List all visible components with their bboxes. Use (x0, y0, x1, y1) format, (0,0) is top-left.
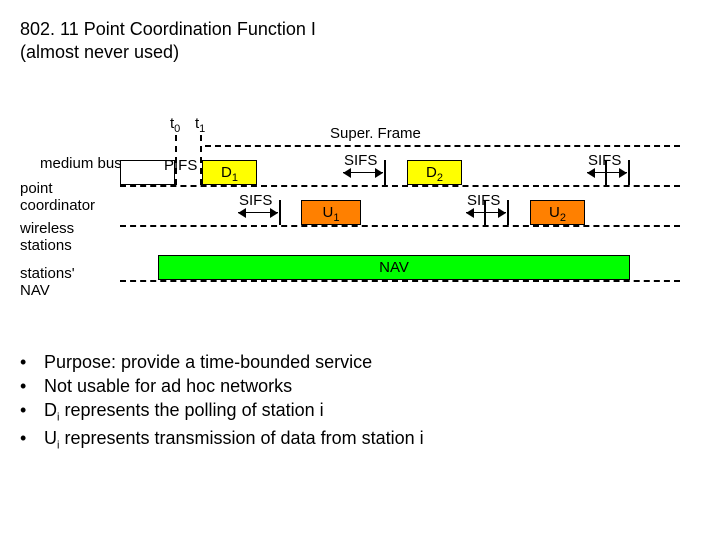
slide-title: 802. 11 Point Coordination Function I (a… (20, 18, 700, 65)
d2-bar: D2 (407, 160, 462, 185)
d1-bar: D1 (202, 160, 257, 185)
bullet-2: • Not usable for ad hoc networks (20, 374, 700, 398)
tick-sifs-4 (484, 200, 486, 225)
tick-sifs-3b (628, 160, 630, 185)
u2-bar: U2 (530, 200, 585, 225)
tick-sifs-1 (384, 160, 386, 185)
superframe-label: Super. Frame (330, 125, 421, 142)
wireless-stations-label: wireless stations (20, 220, 140, 254)
stations-nav-label: stations' NAV (20, 265, 140, 299)
tick-sifs-4b (507, 200, 509, 225)
nav-timeline (120, 280, 680, 282)
nav-bar: NAV (158, 255, 630, 280)
sifs-arrow-3 (587, 172, 627, 173)
coordinator-timeline (120, 185, 680, 187)
t1-label: t1 (195, 115, 205, 135)
u1-bar: U1 (301, 200, 361, 225)
stations-timeline (120, 225, 680, 227)
bullet-4: • Ui represents transmission of data fro… (20, 426, 700, 453)
title-line-2: (almost never used) (20, 42, 179, 62)
bullet-1: • Purpose: provide a time-bounded servic… (20, 350, 700, 374)
sifs-label-2: SIFS (239, 192, 272, 209)
point-coordinator-label: point coordinator (20, 180, 140, 214)
sifs-label-1: SIFS (344, 152, 377, 169)
title-line-1: 802. 11 Point Coordination Function I (20, 19, 316, 39)
sifs-arrow-4 (466, 212, 506, 213)
superframe-line (205, 145, 680, 147)
t0-label: t0 (170, 115, 180, 135)
sifs-arrow-2 (238, 212, 278, 213)
tick-sifs-2 (279, 200, 281, 225)
sifs-arrow-1 (343, 172, 383, 173)
pifs-label: PIFS (164, 157, 197, 174)
tick-sifs-3 (605, 160, 607, 185)
bullet-3: • Di represents the polling of station i (20, 398, 700, 425)
timing-diagram: t0 t1 Super. Frame medium busy point coo… (40, 125, 680, 325)
bullet-list: • Purpose: provide a time-bounded servic… (20, 350, 700, 453)
